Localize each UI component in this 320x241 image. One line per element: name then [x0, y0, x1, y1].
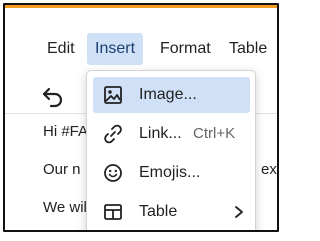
emojis-label: Emojis... [139, 164, 201, 181]
menu-item-link[interactable]: Link... Ctrl+K [93, 116, 250, 152]
editor-line-2-right[interactable]: ext T [261, 161, 277, 178]
menu-item-image[interactable]: Image... [93, 77, 250, 113]
undo-button[interactable] [39, 83, 67, 111]
menu-format[interactable]: Format [152, 33, 219, 65]
link-label: Link... [139, 125, 182, 142]
top-accent-strip [5, 5, 277, 19]
image-icon [104, 86, 122, 104]
menu-table[interactable]: Table [221, 33, 275, 65]
insert-dropdown: Image... Link... Ctrl+K Emojis... Table [86, 70, 256, 230]
emoji-icon [104, 164, 122, 182]
menu-insert[interactable]: Insert [87, 33, 144, 65]
link-shortcut: Ctrl+K [193, 125, 236, 142]
editor-window: Edit Insert Format Table Hi #FA Our n ex… [3, 3, 279, 232]
editor-line-2[interactable]: Our n [43, 161, 81, 178]
editor-line-1[interactable]: Hi #FA [43, 123, 88, 140]
table-icon [104, 204, 122, 220]
link-icon [104, 124, 122, 144]
menu-bar: Edit Insert Format Table [5, 33, 277, 67]
table-label: Table [139, 203, 178, 220]
chevron-right-icon [235, 206, 243, 218]
undo-icon [42, 87, 63, 108]
menu-item-table[interactable]: Table [93, 194, 250, 230]
menu-item-emojis[interactable]: Emojis... [93, 155, 250, 191]
image-label: Image... [139, 86, 197, 103]
menu-edit[interactable]: Edit [39, 33, 83, 65]
